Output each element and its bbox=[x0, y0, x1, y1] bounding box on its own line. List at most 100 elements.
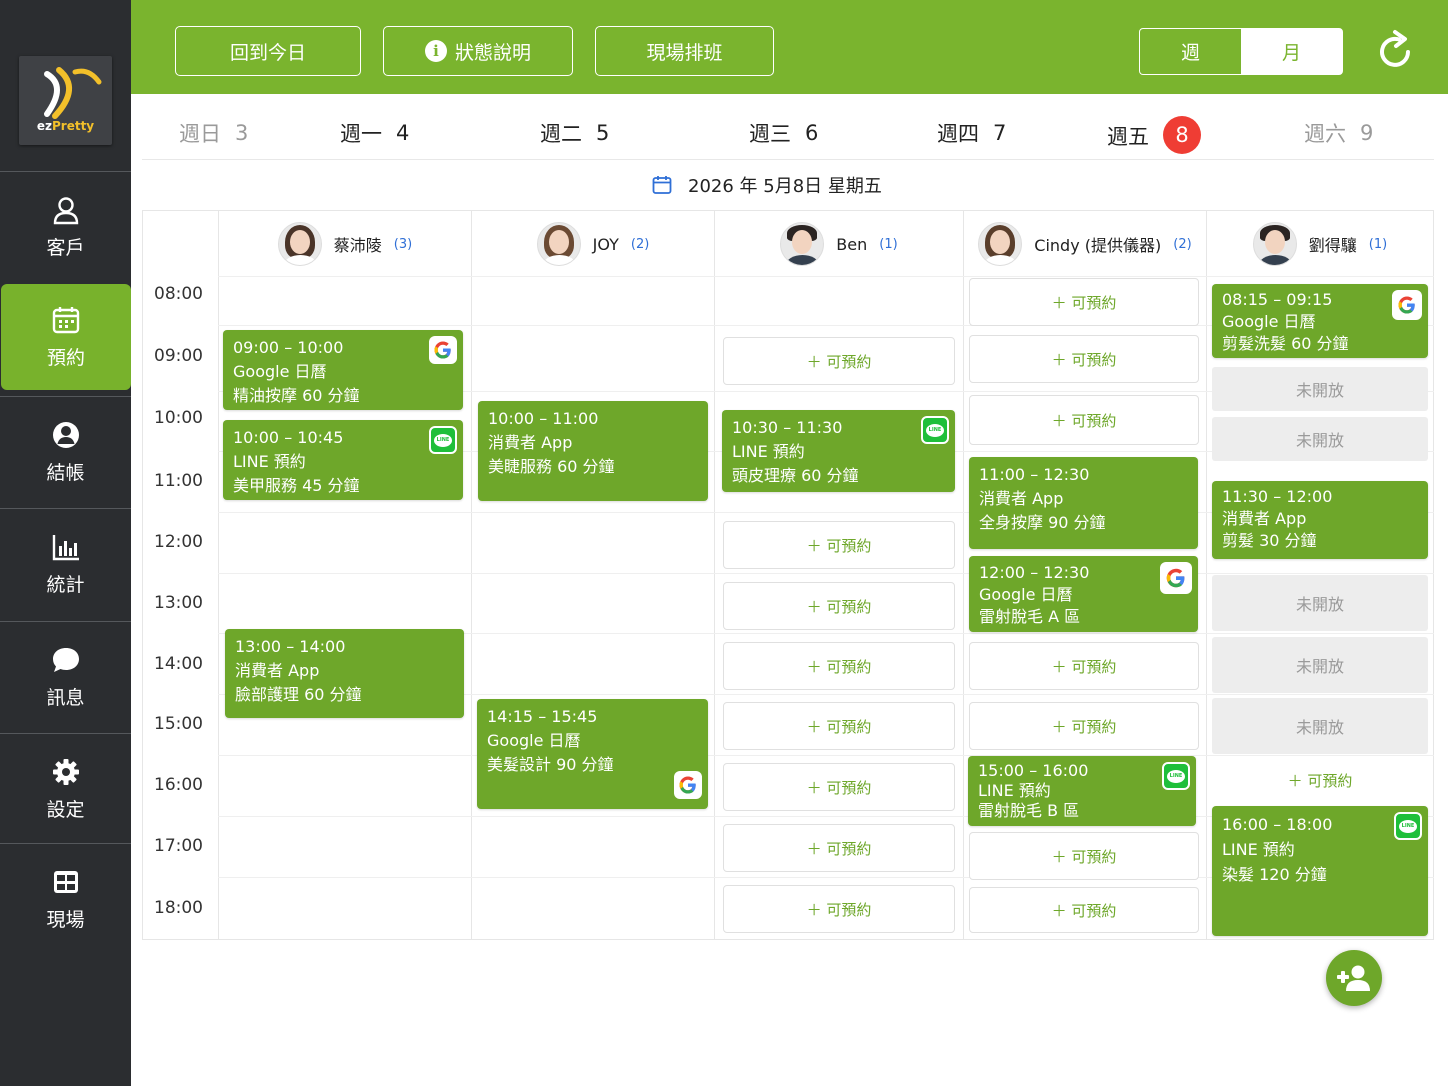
staff-header[interactable]: Cindy (提供儀器) (2) bbox=[964, 221, 1206, 267]
available-slot[interactable]: ＋ 可預約 bbox=[969, 278, 1199, 326]
appt-source: Google 日曆 bbox=[487, 731, 581, 750]
appointment-card[interactable]: 10:00 – 11:00 消費者 App 美睫服務 60 分鐘 bbox=[478, 401, 708, 501]
status-legend-button[interactable]: i 狀態說明 bbox=[383, 26, 573, 76]
appt-service: 臉部護理 60 分鐘 bbox=[235, 685, 362, 704]
day-thu[interactable]: 週四 7 bbox=[937, 118, 1013, 148]
appointment-card[interactable]: 14:15 – 15:45 Google 日曆 美髮設計 90 分鐘 bbox=[477, 699, 708, 809]
appointment-card[interactable]: 09:00 – 10:00 Google 日曆 精油按摩 60 分鐘 bbox=[223, 330, 463, 410]
day-fri[interactable]: 週五 8 bbox=[1107, 116, 1201, 154]
go-today-button[interactable]: 回到今日 bbox=[175, 26, 361, 76]
available-slot[interactable]: ＋ 可預約 bbox=[723, 337, 955, 385]
sidebar-item-checkout[interactable]: 結帳 bbox=[0, 396, 131, 508]
appt-service: 頭皮理療 60 分鐘 bbox=[732, 466, 859, 485]
week-view-tab[interactable]: 週 bbox=[1140, 29, 1241, 74]
sidebar-item-booking[interactable]: 預約 bbox=[1, 284, 131, 390]
available-slot[interactable]: ＋ 可預約 bbox=[969, 887, 1199, 933]
available-slot[interactable]: ＋ 可預約 bbox=[723, 521, 955, 569]
appt-time: 09:00 – 10:00 bbox=[233, 338, 344, 357]
appointment-card[interactable]: 13:00 – 14:00 消費者 App 臉部護理 60 分鐘 bbox=[225, 629, 464, 718]
day-sun[interactable]: 週日 3 bbox=[179, 118, 255, 148]
day-wed[interactable]: 週三 6 bbox=[749, 118, 825, 148]
staff-name: 劉得驤 bbox=[1308, 236, 1357, 255]
google-icon bbox=[674, 771, 702, 799]
appointment-card[interactable]: 16:00 – 18:00 LINE 預約 染髮 120 分鐘 LINE bbox=[1212, 806, 1428, 936]
available-slot[interactable]: ＋ 可預約 bbox=[969, 335, 1199, 383]
sidebar-item-customers[interactable]: 客戶 bbox=[0, 171, 131, 283]
add-customer-button[interactable] bbox=[1326, 950, 1382, 1006]
staff-count: (1) bbox=[879, 236, 898, 252]
sidebar-item-onsite[interactable]: 現場 bbox=[0, 843, 131, 955]
staff-header[interactable]: JOY (2) bbox=[472, 221, 714, 267]
appt-source: LINE 預約 bbox=[233, 452, 306, 471]
appt-service: 全身按摩 90 分鐘 bbox=[979, 513, 1106, 532]
appt-time: 11:30 – 12:00 bbox=[1222, 487, 1333, 506]
appointment-card[interactable]: 11:30 – 12:00 消費者 App 剪髮 30 分鐘 bbox=[1212, 481, 1428, 559]
staff-count: (1) bbox=[1368, 236, 1388, 252]
day-name: 週日 bbox=[179, 122, 221, 146]
day-number: 7 bbox=[993, 121, 1007, 145]
available-slot[interactable]: ＋ 可預約 bbox=[723, 702, 955, 750]
appointment-card[interactable]: 12:00 – 12:30 Google 日曆 雷射脫毛 A 區 bbox=[969, 556, 1198, 632]
appointment-card[interactable]: 08:15 – 09:15 Google 日曆 剪髮洗髮 60 分鐘 bbox=[1212, 284, 1428, 358]
current-date-bar: 2026 年 5月8日 星期五 bbox=[652, 172, 882, 198]
available-slot[interactable]: ＋ 可預約 bbox=[969, 642, 1199, 690]
staff-name: Cindy (提供儀器) bbox=[1034, 236, 1162, 255]
onsite-schedule-button[interactable]: 現場排班 bbox=[595, 26, 774, 76]
today-badge: 8 bbox=[1163, 116, 1201, 154]
appt-service: 雷射脫毛 B 區 bbox=[978, 801, 1080, 820]
available-slot[interactable]: ＋ 可預約 bbox=[969, 395, 1199, 445]
sidebar-item-stats[interactable]: 統計 bbox=[0, 508, 131, 620]
staff-header[interactable]: 蔡沛陵 (3) bbox=[219, 221, 471, 267]
day-name: 週二 bbox=[540, 122, 582, 146]
time-label: 16:00 bbox=[154, 775, 203, 795]
available-slot[interactable]: ＋ 可預約 bbox=[723, 763, 955, 811]
sidebar-item-label: 客戶 bbox=[46, 237, 85, 259]
status-legend-label: 狀態說明 bbox=[454, 41, 531, 64]
appt-service: 雷射脫毛 A 區 bbox=[979, 607, 1081, 626]
time-label: 10:00 bbox=[154, 408, 203, 428]
available-slot[interactable]: ＋ 可預約 bbox=[723, 824, 955, 872]
go-today-label: 回到今日 bbox=[229, 41, 306, 64]
line-icon: LINE bbox=[1394, 812, 1422, 840]
day-number: 3 bbox=[235, 121, 249, 145]
available-slot[interactable]: ＋ 可預約 bbox=[723, 582, 955, 630]
appt-service: 染髮 120 分鐘 bbox=[1222, 865, 1327, 884]
month-view-tab[interactable]: 月 bbox=[1241, 29, 1342, 74]
available-slot[interactable]: ＋ 可預約 bbox=[1212, 764, 1428, 796]
staff-header[interactable]: 劉得驤 (1) bbox=[1207, 221, 1433, 267]
staff-header[interactable]: Ben (1) bbox=[715, 221, 963, 267]
calendar-icon bbox=[52, 306, 80, 333]
closed-slot: 未開放 bbox=[1212, 417, 1428, 461]
appt-time: 10:00 – 10:45 bbox=[233, 428, 344, 447]
bar-chart-icon bbox=[52, 535, 79, 561]
day-mon[interactable]: 週一 4 bbox=[340, 118, 416, 148]
day-number: 4 bbox=[396, 121, 410, 145]
sidebar-item-label: 結帳 bbox=[46, 462, 85, 484]
appointment-card[interactable]: 10:30 – 11:30 LINE 預約 頭皮理療 60 分鐘 LINE bbox=[722, 410, 955, 492]
available-slot[interactable]: ＋ 可預約 bbox=[969, 832, 1199, 880]
appt-source: LINE 預約 bbox=[978, 781, 1051, 800]
app-logo[interactable]: ezPretty bbox=[19, 56, 112, 145]
staff-name: 蔡沛陵 bbox=[333, 236, 382, 255]
staff-count: (3) bbox=[393, 236, 413, 252]
appointment-card[interactable]: 10:00 – 10:45 LINE 預約 美甲服務 45 分鐘 LINE bbox=[223, 420, 463, 500]
appt-time: 11:00 – 12:30 bbox=[979, 465, 1090, 484]
line-icon: LINE bbox=[921, 416, 949, 444]
appt-source: Google 日曆 bbox=[979, 585, 1073, 604]
time-label: 13:00 bbox=[154, 593, 203, 613]
sidebar-item-messages[interactable]: 訊息 bbox=[0, 621, 131, 733]
day-tue[interactable]: 週二 5 bbox=[540, 118, 616, 148]
available-slot[interactable]: ＋ 可預約 bbox=[969, 702, 1199, 750]
closed-slot: 未開放 bbox=[1212, 698, 1428, 754]
refresh-icon[interactable] bbox=[1375, 28, 1417, 72]
appt-time: 08:15 – 09:15 bbox=[1222, 290, 1333, 309]
day-number: 9 bbox=[1360, 121, 1374, 145]
appointment-card[interactable]: 11:00 – 12:30 消費者 App 全身按摩 90 分鐘 bbox=[969, 457, 1198, 549]
appt-time: 12:00 – 12:30 bbox=[979, 563, 1090, 582]
available-slot[interactable]: ＋ 可預約 bbox=[723, 885, 955, 933]
day-sat[interactable]: 週六 9 bbox=[1304, 118, 1380, 148]
appointment-card[interactable]: 15:00 – 16:00 LINE 預約 雷射脫毛 B 區 LINE bbox=[968, 756, 1196, 826]
sidebar-item-settings[interactable]: 設定 bbox=[0, 733, 131, 845]
appt-source: 消費者 App bbox=[1222, 509, 1307, 528]
available-slot[interactable]: ＋ 可預約 bbox=[723, 642, 955, 690]
